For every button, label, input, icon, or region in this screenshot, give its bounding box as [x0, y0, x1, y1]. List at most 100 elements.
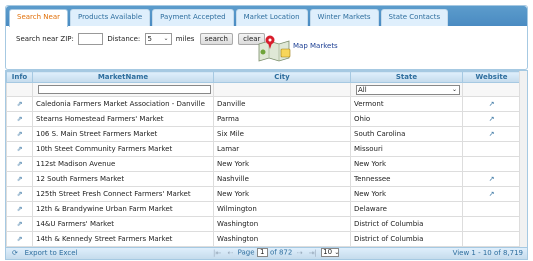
rows-per-page-value: 10 — [323, 248, 333, 256]
column-header-marketname[interactable]: MarketName — [32, 71, 214, 83]
column-header-website[interactable]: Website — [462, 71, 521, 83]
first-page-icon[interactable]: |⇤ — [213, 249, 221, 257]
marketname-cell: 10th Steet Community Farmers Market — [32, 141, 214, 157]
state-cell: Ohio — [350, 111, 463, 127]
website-cell — [462, 216, 521, 232]
state-cell: South Carolina — [350, 126, 463, 142]
refresh-icon[interactable]: ⟳ — [12, 249, 18, 257]
map-markets-icon[interactable] — [255, 32, 293, 62]
city-cell: Washington — [213, 231, 351, 247]
search-button[interactable]: search — [199, 33, 233, 45]
tab-market-location[interactable]: Market Location — [235, 9, 308, 26]
vertical-scrollbar[interactable] — [519, 71, 527, 247]
table-row[interactable]: ⇗ Stearns Homestead Farmers' Market Parma O… — [6, 111, 527, 127]
external-link-icon[interactable]: ↗ — [489, 190, 495, 198]
marketname-cell: 12 South Farmers Market — [32, 171, 214, 187]
marketname-cell: 106 S. Main Street Farmers Market — [32, 126, 214, 142]
state-filter-select[interactable]: All ⌄ — [356, 84, 460, 95]
info-link-icon[interactable]: ⇗ — [17, 160, 23, 168]
table-row[interactable]: ⇗ 14&U Farmers' Market Washington District … — [6, 216, 527, 232]
info-cell[interactable]: ⇗ — [6, 171, 33, 187]
info-link-icon[interactable]: ⇗ — [17, 205, 23, 213]
table-row[interactable]: ⇗ 106 S. Main Street Farmers Market Six Mi… — [6, 126, 527, 142]
tab-state-contacts[interactable]: State Contacts — [380, 9, 449, 26]
external-link-icon[interactable]: ↗ — [489, 130, 495, 138]
next-page-icon[interactable]: ⇢ — [297, 249, 303, 257]
tab-products-available[interactable]: Products Available — [69, 9, 151, 26]
website-cell[interactable]: ↗ — [462, 171, 521, 187]
info-link-icon[interactable]: ⇗ — [17, 175, 23, 183]
state-cell: New York — [350, 156, 463, 172]
website-cell[interactable]: ↗ — [462, 111, 521, 127]
info-link-icon[interactable]: ⇗ — [17, 130, 23, 138]
pager-controls: |⇤ ⇠ Page 1 of 872 ⇢ ⇥| 10 ⌄ — [211, 248, 339, 257]
marketname-cell: 112st Madison Avenue — [32, 156, 214, 172]
info-cell[interactable]: ⇗ — [6, 231, 33, 247]
column-header-state[interactable]: State — [350, 71, 463, 83]
website-cell — [462, 141, 521, 157]
external-link-icon[interactable]: ↗ — [489, 100, 495, 108]
table-row[interactable]: ⇗ Caledonia Farmers Market Association - … — [6, 96, 527, 112]
markets-table: Info MarketName City State Website All ⌄ — [6, 71, 527, 247]
city-cell: Lamar — [213, 141, 351, 157]
info-cell[interactable]: ⇗ — [6, 126, 33, 142]
info-link-icon[interactable]: ⇗ — [17, 235, 23, 243]
table-row[interactable]: ⇗ 14th & Kennedy Street Farmers Market Was… — [6, 231, 527, 247]
info-cell[interactable]: ⇗ — [6, 201, 33, 217]
tab-payment-accepted[interactable]: Payment Accepted — [152, 9, 234, 26]
filter-cell-city — [213, 82, 351, 97]
website-cell[interactable]: ↗ — [462, 96, 521, 112]
state-cell: Tennessee — [350, 171, 463, 187]
website-cell[interactable]: ↗ — [462, 186, 521, 202]
prev-page-icon[interactable]: ⇠ — [227, 249, 233, 257]
info-cell[interactable]: ⇗ — [6, 156, 33, 172]
filter-cell-state: All ⌄ — [350, 82, 463, 97]
distance-select[interactable]: 5 ⌄ — [144, 33, 172, 45]
state-cell: Missouri — [350, 141, 463, 157]
city-cell: New York — [213, 156, 351, 172]
search-row: Search near ZIP: Distance: 5 ⌄ miles sea… — [16, 32, 266, 46]
page-input[interactable]: 1 — [256, 248, 268, 257]
website-cell[interactable]: ↗ — [462, 126, 521, 142]
info-cell[interactable]: ⇗ — [6, 96, 33, 112]
state-filter-value: All — [358, 85, 367, 94]
chevron-down-icon: ⌄ — [451, 85, 457, 93]
info-link-icon[interactable]: ⇗ — [17, 220, 23, 228]
info-link-icon[interactable]: ⇗ — [17, 145, 23, 153]
filter-row: All ⌄ — [6, 82, 527, 97]
info-link-icon[interactable]: ⇗ — [17, 190, 23, 198]
info-cell[interactable]: ⇗ — [6, 141, 33, 157]
map-markets-link[interactable]: Map Markets — [293, 42, 338, 50]
info-link-icon[interactable]: ⇗ — [17, 100, 23, 108]
distance-value: 5 — [147, 35, 152, 43]
table-row[interactable]: ⇗ 10th Steet Community Farmers Market Lama… — [6, 141, 527, 157]
info-cell[interactable]: ⇗ — [6, 111, 33, 127]
tab-bar: Search Near Products Available Payment Acc… — [6, 6, 527, 27]
last-page-icon[interactable]: ⇥| — [309, 249, 317, 257]
marketname-filter-input[interactable] — [38, 85, 211, 94]
external-link-icon[interactable]: ↗ — [489, 175, 495, 183]
external-link-icon[interactable]: ↗ — [489, 115, 495, 123]
info-cell[interactable]: ⇗ — [6, 216, 33, 232]
export-excel-link[interactable]: ⟳ Export to Excel — [12, 249, 78, 257]
table-row[interactable]: ⇗ 125th Street Fresh Connect Farmers' Mar… — [6, 186, 527, 202]
table-row[interactable]: ⇗ 112st Madison Avenue New York New York — [6, 156, 527, 172]
tab-winter-markets[interactable]: Winter Markets — [309, 9, 379, 26]
page-label: Page — [237, 248, 255, 257]
info-link-icon[interactable]: ⇗ — [17, 115, 23, 123]
column-header-info[interactable]: Info — [6, 71, 33, 83]
tab-search-near[interactable]: Search Near — [9, 9, 68, 27]
website-cell — [462, 231, 521, 247]
city-cell: Wilmington — [213, 201, 351, 217]
website-cell — [462, 156, 521, 172]
header-row: Info MarketName City State Website — [6, 71, 527, 83]
column-header-city[interactable]: City — [213, 71, 351, 83]
city-cell: Washington — [213, 216, 351, 232]
info-cell[interactable]: ⇗ — [6, 186, 33, 202]
zip-input[interactable] — [78, 33, 104, 45]
chevron-down-icon: ⌄ — [163, 35, 169, 42]
rows-per-page-select[interactable]: 10 ⌄ — [321, 248, 339, 257]
export-label[interactable]: Export to Excel — [25, 249, 78, 257]
table-row[interactable]: ⇗ 12th & Brandywine Urban Farm Market Wilm… — [6, 201, 527, 217]
table-row[interactable]: ⇗ 12 South Farmers Market Nashville Tenness… — [6, 171, 527, 187]
